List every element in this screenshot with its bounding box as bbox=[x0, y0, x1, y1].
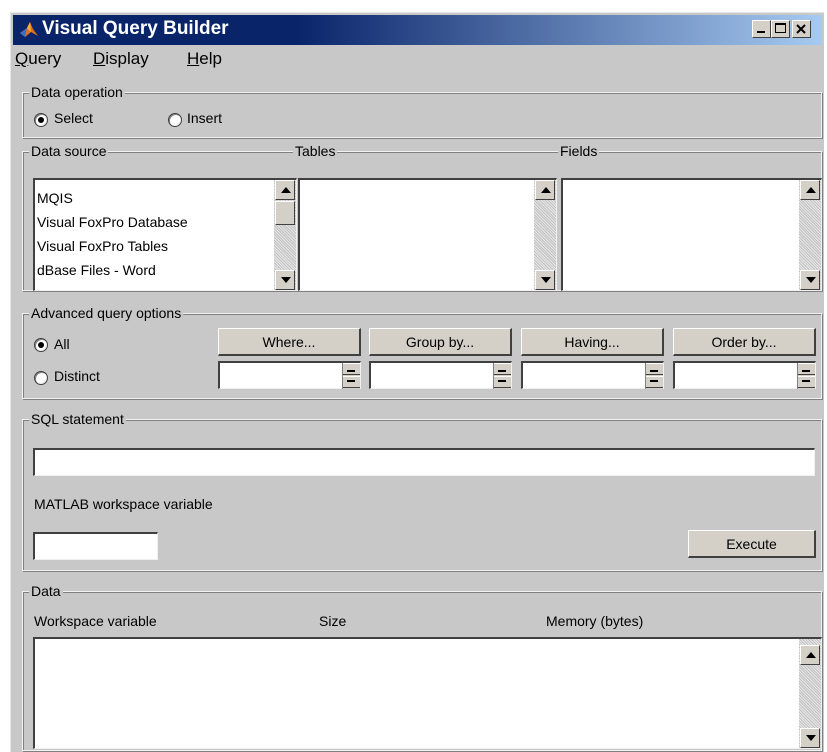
fields-listbox[interactable] bbox=[561, 178, 822, 291]
sql-statement-group: SQL statement MATLAB workspace variable … bbox=[22, 411, 822, 571]
insert-radio[interactable] bbox=[168, 113, 182, 127]
distinct-radio[interactable] bbox=[34, 371, 48, 385]
tables-label: Tables bbox=[293, 143, 338, 159]
arrow-up-icon bbox=[281, 187, 291, 193]
column-header-size: Size bbox=[319, 613, 347, 629]
close-button[interactable] bbox=[792, 20, 811, 38]
tables-scrollbar[interactable] bbox=[534, 180, 556, 290]
list-item[interactable]: MQIS bbox=[37, 190, 73, 206]
matlab-logo-icon bbox=[20, 22, 38, 37]
select-radio-label: Select bbox=[54, 110, 93, 126]
arrow-down-icon bbox=[806, 735, 816, 741]
spin-down-button[interactable] bbox=[798, 376, 815, 388]
arrow-up-icon bbox=[541, 187, 551, 193]
scroll-up-button[interactable] bbox=[800, 645, 820, 665]
minimize-button[interactable] bbox=[752, 20, 771, 38]
menu-display[interactable]: Display bbox=[93, 49, 149, 69]
column-header-workspace-variable: Workspace variable bbox=[34, 613, 157, 629]
spin-up-button[interactable] bbox=[494, 363, 511, 375]
advanced-query-options-label: Advanced query options bbox=[29, 305, 184, 321]
spin-up-icon bbox=[498, 370, 506, 372]
spin-down-icon bbox=[802, 380, 810, 382]
list-item[interactable]: Visual FoxPro Database bbox=[37, 214, 188, 230]
data-group: Data Workspace variable Size Memory (byt… bbox=[22, 583, 822, 751]
workspace-variable-field[interactable] bbox=[33, 532, 158, 560]
data-source-label: Data source bbox=[29, 143, 109, 159]
arrow-down-icon bbox=[281, 277, 291, 283]
where-button[interactable]: Where... bbox=[218, 328, 361, 356]
spin-up-button[interactable] bbox=[343, 363, 360, 375]
insert-radio-label: Insert bbox=[187, 110, 223, 126]
maximize-icon bbox=[775, 23, 786, 33]
list-item[interactable]: dBase Files - Word bbox=[37, 262, 156, 278]
minimize-icon bbox=[757, 31, 765, 33]
data-scrollbar[interactable] bbox=[799, 639, 821, 748]
workspace-variable-label: MATLAB workspace variable bbox=[34, 496, 213, 512]
select-radio[interactable] bbox=[34, 113, 48, 127]
sql-statement-label: SQL statement bbox=[29, 411, 126, 427]
having-button[interactable]: Having... bbox=[521, 328, 664, 356]
scroll-thumb[interactable] bbox=[275, 201, 295, 225]
scroll-down-button[interactable] bbox=[800, 270, 820, 290]
spin-up-icon bbox=[650, 370, 658, 372]
menu-help[interactable]: Help bbox=[187, 49, 222, 69]
spin-down-icon bbox=[650, 380, 658, 382]
arrow-up-icon bbox=[806, 187, 816, 193]
column-header-memory: Memory (bytes) bbox=[546, 613, 644, 629]
group-by-listbox[interactable] bbox=[369, 361, 512, 389]
spin-up-icon bbox=[802, 370, 810, 372]
group-by-spinner[interactable] bbox=[493, 363, 511, 389]
fields-scrollbar[interactable] bbox=[799, 180, 821, 290]
spin-down-button[interactable] bbox=[646, 376, 663, 388]
scroll-down-button[interactable] bbox=[275, 270, 295, 290]
data-operation-label: Data operation bbox=[29, 84, 125, 100]
menu-bar: Query Display Help bbox=[11, 47, 823, 73]
menu-query[interactable]: Query bbox=[15, 49, 61, 69]
where-spinner[interactable] bbox=[342, 363, 360, 389]
scroll-down-button[interactable] bbox=[800, 728, 820, 748]
data-listbox[interactable] bbox=[33, 637, 822, 749]
all-radio[interactable] bbox=[34, 338, 48, 352]
fields-label: Fields bbox=[558, 143, 600, 159]
all-radio-label: All bbox=[54, 336, 70, 352]
scroll-up-button[interactable] bbox=[800, 180, 820, 200]
sql-statement-field[interactable] bbox=[33, 448, 815, 476]
scroll-up-button[interactable] bbox=[275, 180, 295, 200]
spin-up-button[interactable] bbox=[646, 363, 663, 375]
arrow-up-icon bbox=[806, 652, 816, 658]
data-source-scrollbar[interactable] bbox=[274, 180, 296, 290]
having-listbox[interactable] bbox=[521, 361, 664, 389]
visual-query-builder-window: Visual Query Builder Query Display Help … bbox=[10, 12, 824, 752]
data-source-group: Data source Tables Fields MQIS Visual Fo… bbox=[22, 143, 822, 291]
order-by-spinner[interactable] bbox=[797, 363, 815, 389]
data-operation-group: Data operation Select Insert bbox=[22, 84, 822, 138]
advanced-query-options-group: Advanced query options All Distinct Wher… bbox=[22, 305, 822, 399]
scroll-up-button[interactable] bbox=[535, 180, 555, 200]
data-source-listbox[interactable]: MQIS Visual FoxPro Database Visual FoxPr… bbox=[33, 178, 297, 291]
tables-listbox[interactable] bbox=[298, 178, 557, 291]
maximize-button[interactable] bbox=[771, 20, 790, 38]
title-bar[interactable]: Visual Query Builder bbox=[13, 15, 822, 45]
distinct-radio-label: Distinct bbox=[54, 368, 100, 384]
spin-down-icon bbox=[347, 380, 355, 382]
having-spinner[interactable] bbox=[645, 363, 663, 389]
group-by-button[interactable]: Group by... bbox=[369, 328, 512, 356]
window-title: Visual Query Builder bbox=[42, 18, 229, 39]
spin-down-icon bbox=[498, 380, 506, 382]
spin-up-button[interactable] bbox=[798, 363, 815, 375]
scroll-down-button[interactable] bbox=[535, 270, 555, 290]
spin-down-button[interactable] bbox=[343, 376, 360, 388]
list-item[interactable]: Visual FoxPro Tables bbox=[37, 238, 168, 254]
where-listbox[interactable] bbox=[218, 361, 361, 389]
arrow-down-icon bbox=[806, 277, 816, 283]
close-icon bbox=[796, 24, 806, 34]
order-by-button[interactable]: Order by... bbox=[673, 328, 816, 356]
spin-up-icon bbox=[347, 370, 355, 372]
execute-button[interactable]: Execute bbox=[688, 530, 816, 558]
arrow-down-icon bbox=[541, 277, 551, 283]
spin-down-button[interactable] bbox=[494, 376, 511, 388]
order-by-listbox[interactable] bbox=[673, 361, 816, 389]
data-label: Data bbox=[29, 583, 63, 599]
